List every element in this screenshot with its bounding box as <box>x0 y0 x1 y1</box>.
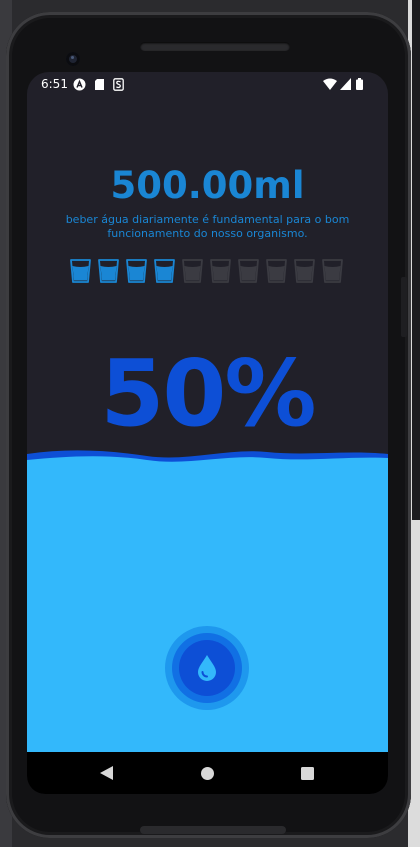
cup-empty-icon <box>294 259 315 283</box>
back-triangle-icon[interactable] <box>100 766 113 780</box>
water-amount: 500.00ml <box>110 164 305 207</box>
bottom-speaker <box>140 826 286 834</box>
cup-empty-icon <box>238 259 259 283</box>
cup-empty-icon <box>182 259 203 283</box>
status-bar: 6:51 <box>27 72 388 98</box>
signal-icon <box>340 78 351 90</box>
home-circle-icon[interactable] <box>201 767 214 780</box>
recents-square-icon[interactable] <box>301 767 314 780</box>
status-time: 6:51 <box>41 77 68 91</box>
battery-icon <box>356 78 363 90</box>
water-drop-icon <box>198 655 216 681</box>
cups-row <box>70 259 350 285</box>
navigation-bar <box>27 752 388 794</box>
wifi-icon <box>323 78 337 90</box>
cup-filled-icon <box>154 259 175 283</box>
cup-empty-icon <box>322 259 343 283</box>
add-water-button[interactable] <box>165 626 249 710</box>
cup-empty-icon <box>210 259 231 283</box>
earpiece-speaker <box>140 42 290 51</box>
front-camera-icon <box>66 52 80 66</box>
cup-filled-icon <box>98 259 119 283</box>
android-app-icon <box>73 78 86 91</box>
cup-empty-icon <box>266 259 287 283</box>
description-text: beber água diariamente é fundamental par… <box>65 213 350 240</box>
volume-button <box>401 277 407 337</box>
sd-card-icon <box>95 79 104 90</box>
progress-percent: 50% <box>100 340 316 447</box>
cup-filled-icon <box>70 259 91 283</box>
background-right-dark <box>412 0 420 520</box>
cup-filled-icon <box>126 259 147 283</box>
app-screen: 6:51 500.00ml beber água diariamente é f… <box>27 72 388 794</box>
s-badge-icon <box>113 78 124 91</box>
